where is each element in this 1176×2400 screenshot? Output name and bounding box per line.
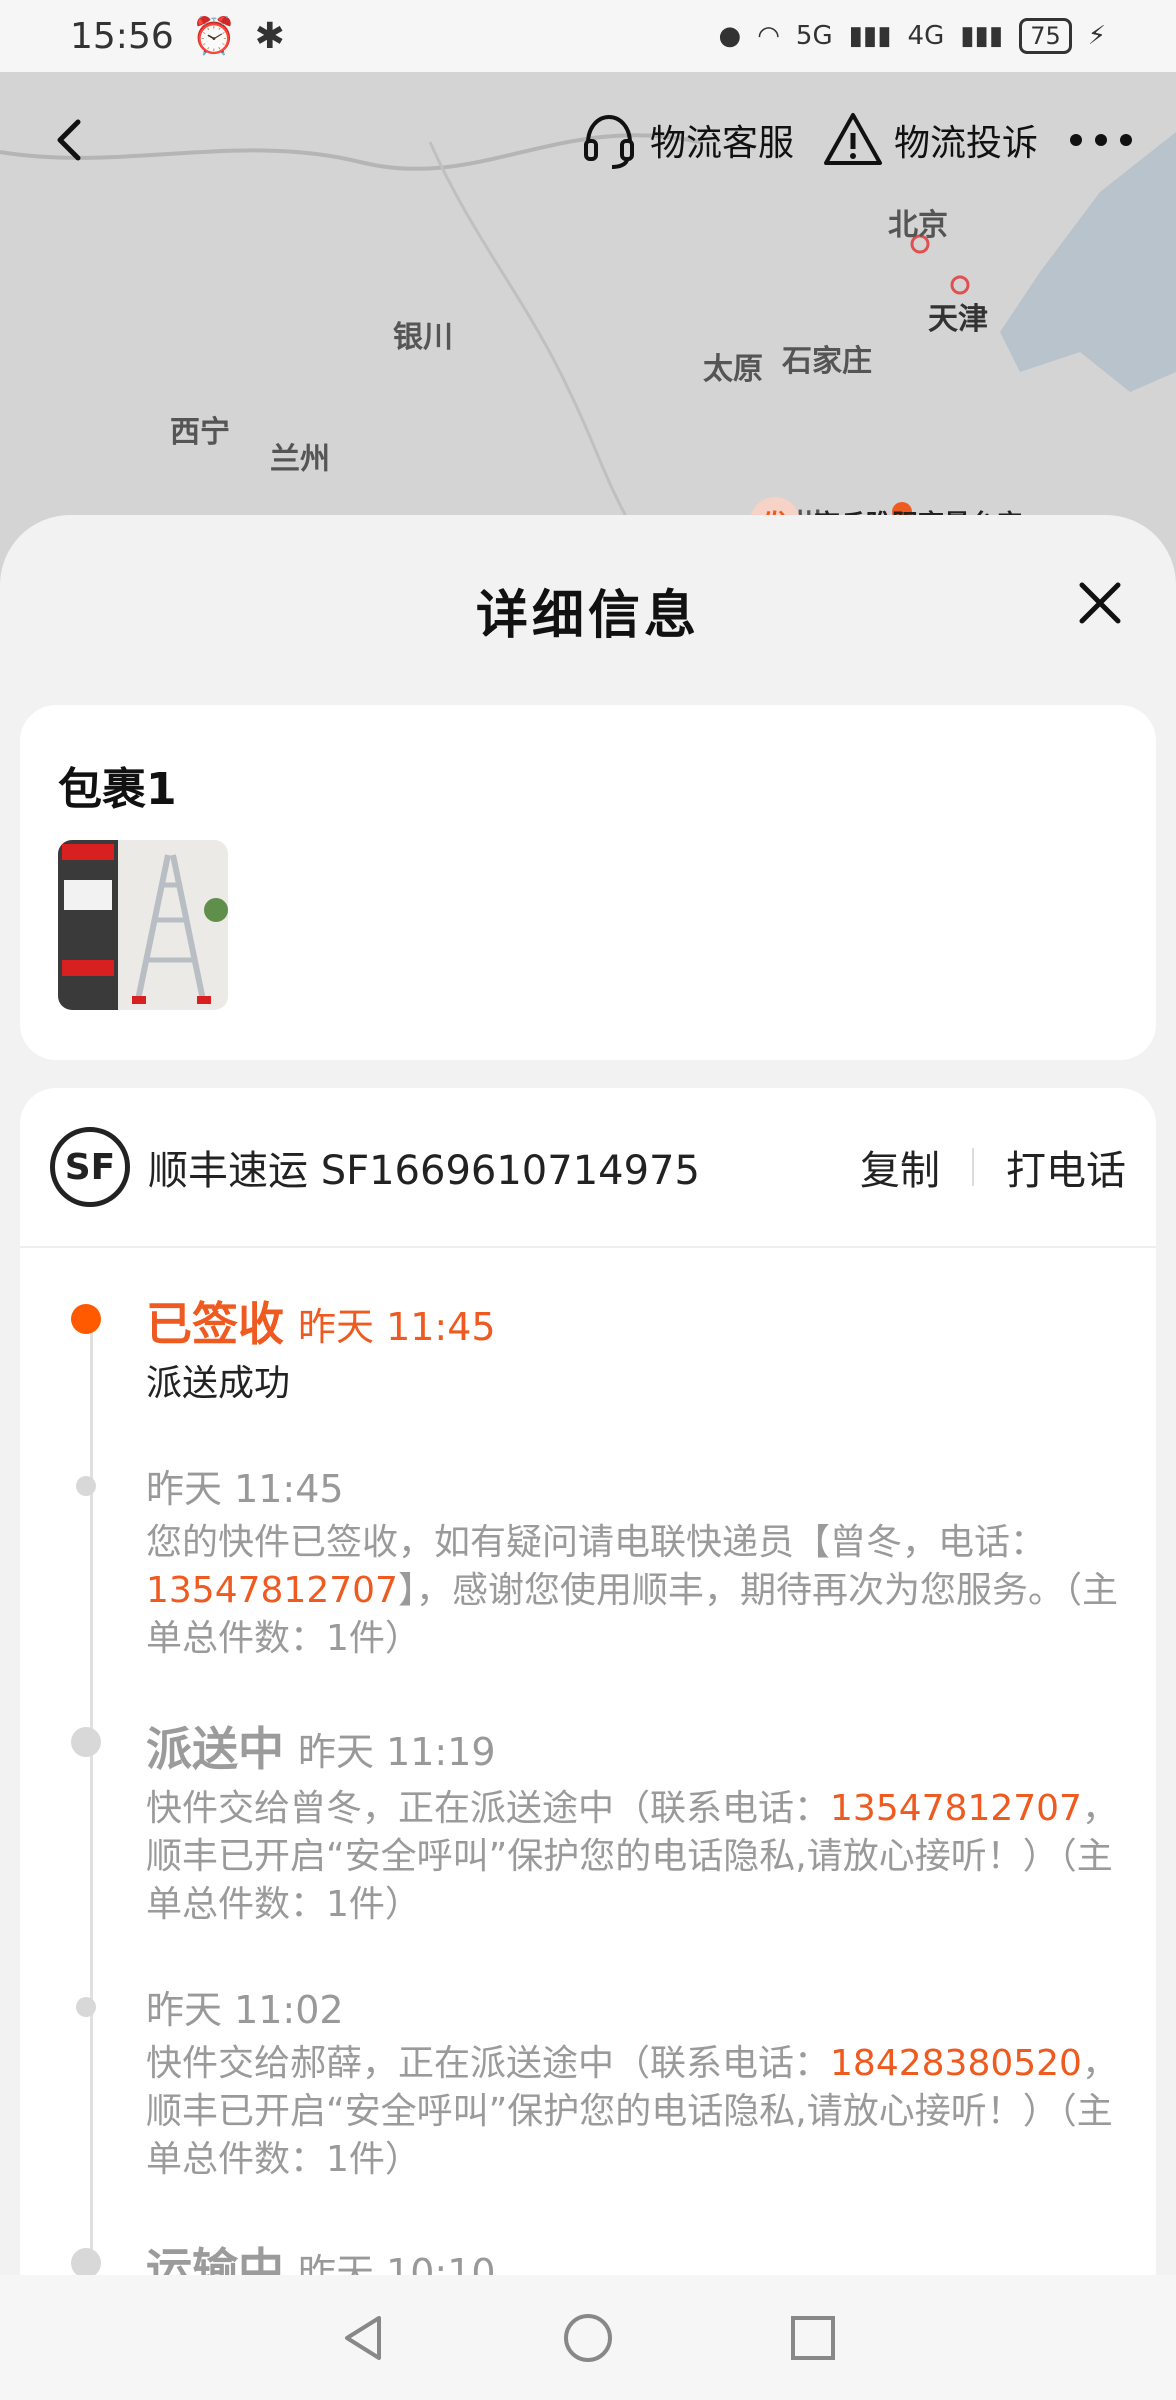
event-description: 派送成功 <box>146 1363 291 1404</box>
sf-express-logo: SF <box>50 1127 130 1207</box>
map-city-label: 天津 <box>928 302 988 337</box>
carrier-row: SF 顺丰速运 SF1669610714975 复制 打电话 <box>20 1088 1156 1248</box>
logistics-complaint-label: 物流投诉 <box>893 123 1038 164</box>
event-time: 昨天 11:19 <box>298 1730 496 1774</box>
courier-phone-link[interactable]: 18428380520 <box>830 2043 1082 2084</box>
event-description-text: 您的快件已签收，如有疑问请电联快递员【曾冬，电话： <box>146 1522 1047 1563</box>
event-time: 昨天 10:10 <box>298 2251 496 2275</box>
event-description: 快件交给郝薛，正在派送途中（联系电话：18428380520，顺丰已开启“安全呼… <box>146 2040 1126 2184</box>
alarm-icon: ⏰ <box>191 16 237 57</box>
timeline-event: 派送中 昨天 11:19 快件交给曾冬，正在派送途中（联系电话：13547812… <box>71 1713 1126 1929</box>
tracking-card: SF 顺丰速运 SF1669610714975 复制 打电话 已签收 昨天 11… <box>20 1088 1156 2275</box>
timeline-event: 昨天 11:02 快件交给郝薛，正在派送途中（联系电话：18428380520，… <box>76 1979 1126 2184</box>
call-button[interactable]: 打电话 <box>1006 1138 1126 1196</box>
event-description: 快件交给曾冬，正在派送途中（联系电话：13547812707，顺丰已开启“安全呼… <box>146 1785 1126 1929</box>
warning-icon <box>823 113 882 165</box>
sf-logo-text: SF <box>64 1146 116 1188</box>
location-icon: ● <box>718 21 742 51</box>
event-status: 派送中 <box>146 1722 284 1776</box>
map-city-label: 银川 <box>393 320 453 355</box>
timeline-dot <box>71 1727 101 1757</box>
courier-phone-link[interactable]: 13547812707 <box>146 1570 398 1611</box>
sheet-title: 详细信息 <box>475 585 700 646</box>
logistics-complaint-button[interactable]: 物流投诉 <box>822 109 1038 171</box>
system-nav-bar <box>0 2275 1176 2400</box>
timeline-event: 昨天 11:45 您的快件已签收，如有疑问请电联快递员【曾冬，电话： 135478… <box>76 1458 1126 1663</box>
top-nav-bar: 物流客服 物流投诉 <box>0 95 1176 185</box>
timeline-dot <box>76 1476 96 1496</box>
wifi-icon: ◠ <box>757 21 780 51</box>
timeline-dot-active <box>71 1304 101 1334</box>
ladder-product-image <box>58 840 228 1010</box>
package-card: 包裹1 <box>20 705 1156 1060</box>
action-divider <box>972 1148 974 1186</box>
battery-indicator: 75 <box>1019 18 1072 54</box>
recents-square-icon[interactable] <box>785 2310 841 2366</box>
timeline-dot <box>71 2248 101 2275</box>
event-description: 您的快件已签收，如有疑问请电联快递员【曾冬，电话：13547812707】，感谢… <box>146 1519 1126 1663</box>
logistics-service-label: 物流客服 <box>649 123 794 164</box>
bluetooth-icon: ✱ <box>254 15 285 57</box>
signal-bars-icon: ▮▮▮ <box>960 21 1004 51</box>
event-time: 昨天 11:45 <box>146 1467 344 1511</box>
product-thumbnail[interactable] <box>58 840 228 1010</box>
back-arrow-icon[interactable] <box>40 110 100 170</box>
event-description-text: 快件交给郝薛，正在派送途中（联系电话： <box>146 2043 831 2084</box>
event-status: 运输中 <box>146 2243 284 2275</box>
timeline-event: 已签收 昨天 11:45 派送成功 <box>71 1288 1126 1408</box>
event-time: 昨天 11:02 <box>146 1988 344 2032</box>
courier-phone-link[interactable]: 13547812707 <box>830 1788 1082 1829</box>
status-time: 15:56 <box>70 15 174 57</box>
event-status: 已签收 <box>146 1297 284 1351</box>
home-circle-icon[interactable] <box>560 2310 616 2366</box>
timeline-event: 运输中 昨天 10:10 <box>71 2234 1126 2275</box>
map-city-label: 石家庄 <box>782 344 872 379</box>
detail-sheet: 详细信息 包裹1 SF 顺丰速运 SF1669610714975 复制 打电话 … <box>0 515 1176 2275</box>
logistics-service-button[interactable]: 物流客服 <box>578 109 794 171</box>
signal-bars-icon: ▮▮▮ <box>848 21 892 51</box>
more-options-icon[interactable] <box>1066 125 1136 155</box>
headset-icon <box>583 114 634 169</box>
event-time: 昨天 11:45 <box>298 1305 496 1349</box>
tracking-timeline: 已签收 昨天 11:45 派送成功 昨天 11:45 您的快件已签收，如有疑问请… <box>20 1248 1156 2275</box>
back-triangle-icon[interactable] <box>335 2310 391 2366</box>
map-city-label: 太原 <box>703 352 763 387</box>
map-city-label: 北京 <box>888 208 948 243</box>
close-icon[interactable] <box>1074 577 1126 629</box>
signal-4g-label: 4G <box>907 21 945 51</box>
sheet-header: 详细信息 <box>0 515 1176 705</box>
status-bar: 15:56 ⏰ ✱ ● ◠ 5G ▮▮▮ 4G ▮▮▮ 75 ⚡ <box>0 0 1176 72</box>
carrier-tracking-number: 顺丰速运 SF1669610714975 <box>148 1148 700 1194</box>
package-title: 包裹1 <box>58 764 177 815</box>
charging-icon: ⚡ <box>1087 21 1106 51</box>
signal-5g-label: 5G <box>795 21 833 51</box>
timeline-dot <box>76 1997 96 2017</box>
timeline-line <box>90 1318 93 2275</box>
copy-button[interactable]: 复制 <box>860 1138 940 1196</box>
map-city-label: 西宁 <box>170 415 230 450</box>
map-city-label: 兰州 <box>270 442 330 477</box>
event-description-text: 快件交给曾冬，正在派送途中（联系电话： <box>146 1788 831 1829</box>
